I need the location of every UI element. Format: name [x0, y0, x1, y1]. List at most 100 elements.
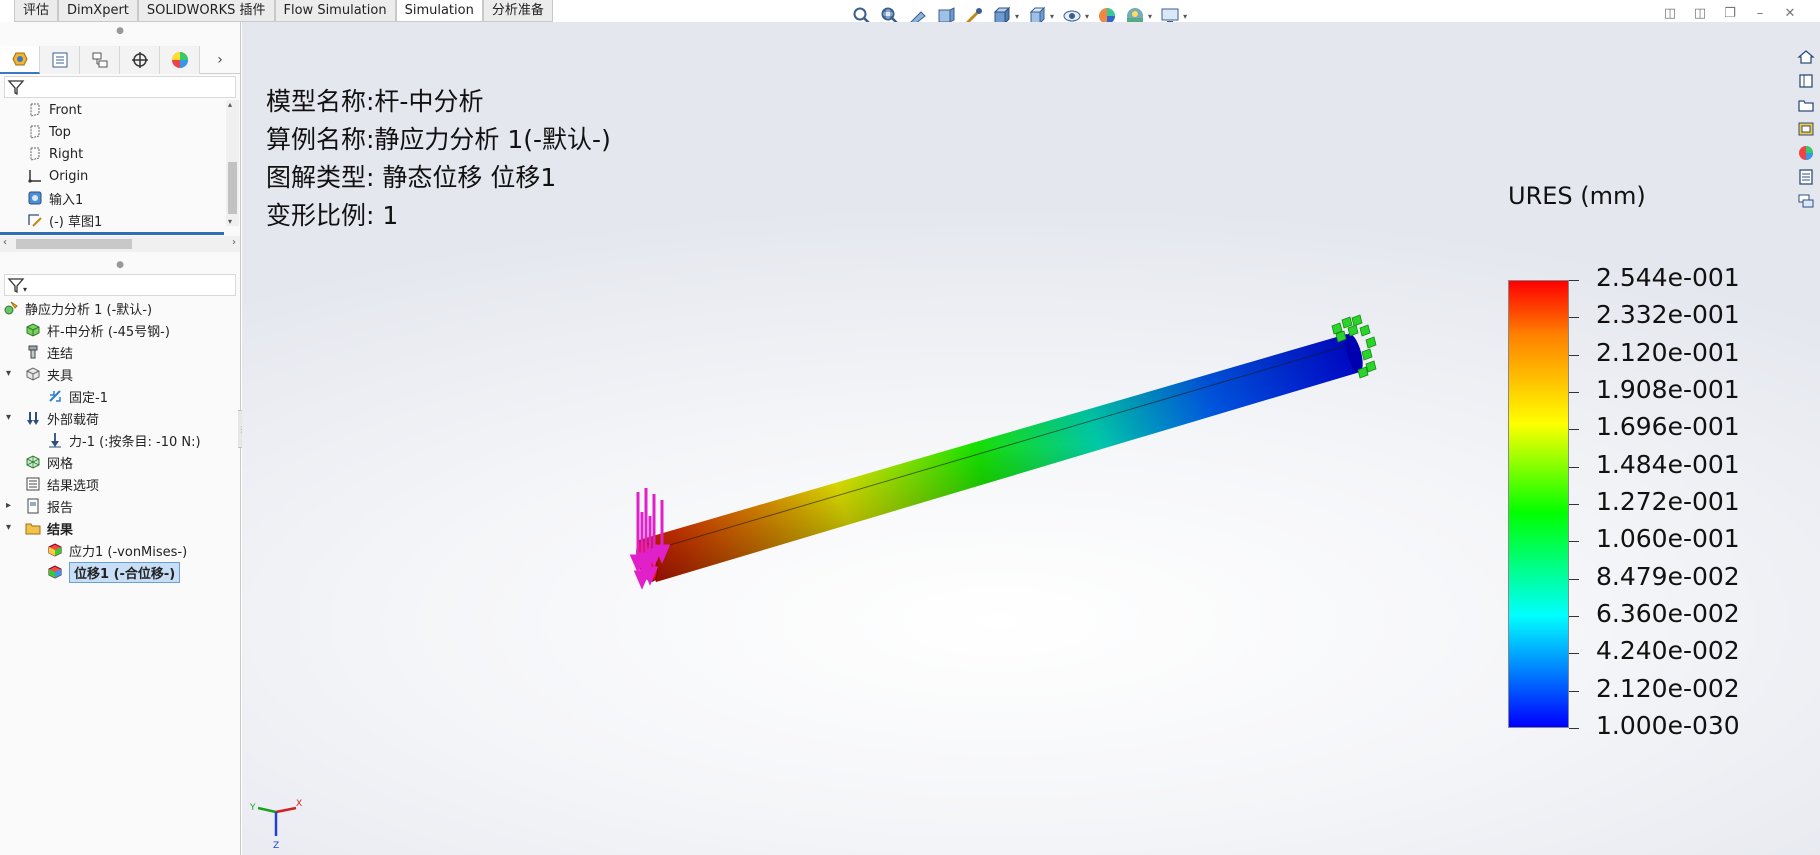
study-tree-item-7[interactable]: 网格 — [24, 452, 73, 472]
scroll-right-icon[interactable]: › — [232, 237, 236, 248]
plane-icon — [26, 101, 44, 119]
tile-left-icon[interactable]: ◫ — [1660, 4, 1680, 22]
panel-tabs: › — [0, 46, 240, 74]
more-tabs-chevron-icon[interactable]: › — [200, 46, 240, 74]
feature-tree-filter[interactable] — [4, 76, 236, 98]
configuration-manager-tab[interactable] — [80, 46, 120, 74]
tab-3[interactable]: Flow Simulation — [274, 0, 396, 22]
legend-tick — [1569, 541, 1579, 542]
study-tree-filter[interactable]: ▾ — [4, 274, 236, 296]
home-icon[interactable] — [1794, 46, 1818, 68]
command-manager-tabs: 评估 DimXpert SOLIDWORKS 插件 Flow Simulation Si… — [0, 0, 1820, 25]
feature-tree-item-5[interactable]: (-) 草图1 — [26, 210, 102, 230]
custom-properties-icon[interactable] — [1794, 166, 1818, 188]
study-tree-item-9[interactable]: 报告 — [24, 496, 73, 516]
study-tree-item-10[interactable]: 结果 — [24, 518, 73, 538]
panel-grip-icon[interactable]: ● — [0, 26, 240, 36]
legend-tick — [1569, 467, 1579, 468]
study-tree-label: 外部载荷 — [47, 412, 100, 428]
sketch-icon — [26, 211, 44, 229]
legend-tick — [1569, 392, 1579, 393]
svg-text:▾: ▾ — [23, 285, 27, 294]
legend-tick — [1569, 653, 1579, 654]
study-tree-item-12[interactable]: 位移1 (-合位移-) — [46, 561, 181, 583]
tree-expander-icon[interactable]: ▸ — [6, 500, 11, 511]
study-tree-item-11[interactable]: 应力1 (-vonMises-) — [46, 540, 187, 560]
restore-window-icon[interactable]: ❐ — [1720, 4, 1740, 22]
study-tree-item-4[interactable]: 固定-1 — [46, 386, 108, 406]
part-icon — [24, 321, 42, 339]
study-icon — [2, 299, 20, 317]
legend-tick — [1569, 280, 1579, 281]
feature-tree-item-4[interactable]: 输入1 — [26, 188, 83, 208]
study-tree-item-3[interactable]: 夹具 — [24, 364, 73, 384]
scroll-left-icon[interactable]: ‹ — [3, 237, 7, 248]
tile-right-icon[interactable]: ◫ — [1690, 4, 1710, 22]
external-loads-icon — [24, 409, 42, 427]
scroll-thumb[interactable] — [228, 162, 237, 214]
feature-tree-item-1[interactable]: Top — [26, 122, 71, 142]
feature-tree-label: Right — [49, 146, 84, 162]
stress-plot-icon — [46, 541, 64, 559]
legend-tick — [1569, 579, 1579, 580]
tree-expander-icon[interactable]: ▾ — [6, 412, 11, 423]
tab-2[interactable]: SOLIDWORKS 插件 — [137, 0, 275, 22]
report-icon — [24, 497, 42, 515]
legend-value-label: 2.332e-001 — [1596, 300, 1740, 329]
study-tree-item-2[interactable]: 连结 — [24, 342, 73, 362]
splitter-grip-icon[interactable]: ● — [0, 260, 240, 270]
file-explorer-icon[interactable] — [1794, 94, 1818, 116]
appearances-scenes-icon[interactable] — [1794, 142, 1818, 164]
legend-tick — [1569, 355, 1579, 356]
legend-title: URES (mm) — [1508, 182, 1646, 210]
feature-tree-label: 输入1 — [49, 192, 84, 208]
tab-4[interactable]: Simulation — [395, 0, 483, 22]
feature-tree-horizontal-scrollbar[interactable]: ‹ › — [0, 236, 240, 252]
graphics-area[interactable]: 模型名称:杆-中分析 算例名称:静应力分析 1(-默认-) 图解类型: 静态位移… — [242, 22, 1820, 855]
feature-manager-tab[interactable] — [0, 46, 40, 74]
study-tree-item-8[interactable]: 结果选项 — [24, 474, 99, 494]
tab-1[interactable]: DimXpert — [58, 0, 138, 22]
hscroll-thumb[interactable] — [16, 239, 132, 249]
legend-color-bar — [1508, 280, 1569, 728]
dimxpert-manager-tab[interactable] — [120, 46, 160, 74]
display-manager-tab[interactable] — [160, 46, 200, 74]
minimize-icon[interactable]: – — [1750, 4, 1770, 22]
deformed-beam[interactable] — [633, 332, 1367, 584]
view-palette-icon[interactable] — [1794, 118, 1818, 140]
scroll-down-icon[interactable]: ▾ — [228, 217, 232, 226]
fixtures-icon — [24, 365, 42, 383]
study-tree-item-5[interactable]: 外部载荷 — [24, 408, 99, 428]
legend-tick — [1569, 728, 1579, 729]
triad-x-label: X — [296, 799, 302, 809]
property-manager-tab[interactable] — [40, 46, 80, 74]
tree-expander-icon[interactable]: ▾ — [6, 368, 11, 379]
legend-tick — [1569, 317, 1579, 318]
study-tree-label: 夹具 — [47, 368, 74, 384]
tree-expander-icon[interactable]: ▾ — [6, 522, 11, 533]
feature-tree-label: Origin — [49, 168, 89, 184]
displacement-plot-icon — [46, 563, 64, 581]
origin-icon — [26, 167, 44, 185]
study-tree-item-6[interactable]: 力-1 (:按条目: -10 N:) — [46, 430, 201, 450]
study-tree-label: 位移1 (-合位移-) — [69, 561, 181, 583]
close-icon[interactable]: ✕ — [1780, 4, 1800, 22]
filter-icon: ▾ — [7, 278, 27, 294]
feature-tree-vertical-scrollbar[interactable]: ▴ ▾ — [226, 100, 239, 226]
study-tree-label: 报告 — [47, 500, 74, 516]
feature-tree-item-0[interactable]: Front — [26, 100, 82, 120]
tab-5[interactable]: 分析准备 — [482, 0, 553, 22]
forum-icon[interactable] — [1794, 190, 1818, 212]
feature-tree-item-2[interactable]: Right — [26, 144, 83, 164]
feature-tree-item-3[interactable]: Origin — [26, 166, 88, 186]
force-icon — [46, 431, 64, 449]
scroll-up-icon[interactable]: ▴ — [228, 100, 232, 109]
result-options-icon — [24, 475, 42, 493]
tab-0[interactable]: 评估 — [14, 0, 59, 22]
feature-tree-label: Front — [49, 102, 82, 118]
study-tree-item-0[interactable]: 静应力分析 1 (-默认-) — [2, 298, 152, 318]
beam-model[interactable] — [242, 22, 1820, 855]
study-tree-label: 网格 — [47, 456, 74, 472]
study-tree-item-1[interactable]: 杆-中分析 (-45号钢-) — [24, 320, 170, 340]
design-library-icon[interactable] — [1794, 70, 1818, 92]
